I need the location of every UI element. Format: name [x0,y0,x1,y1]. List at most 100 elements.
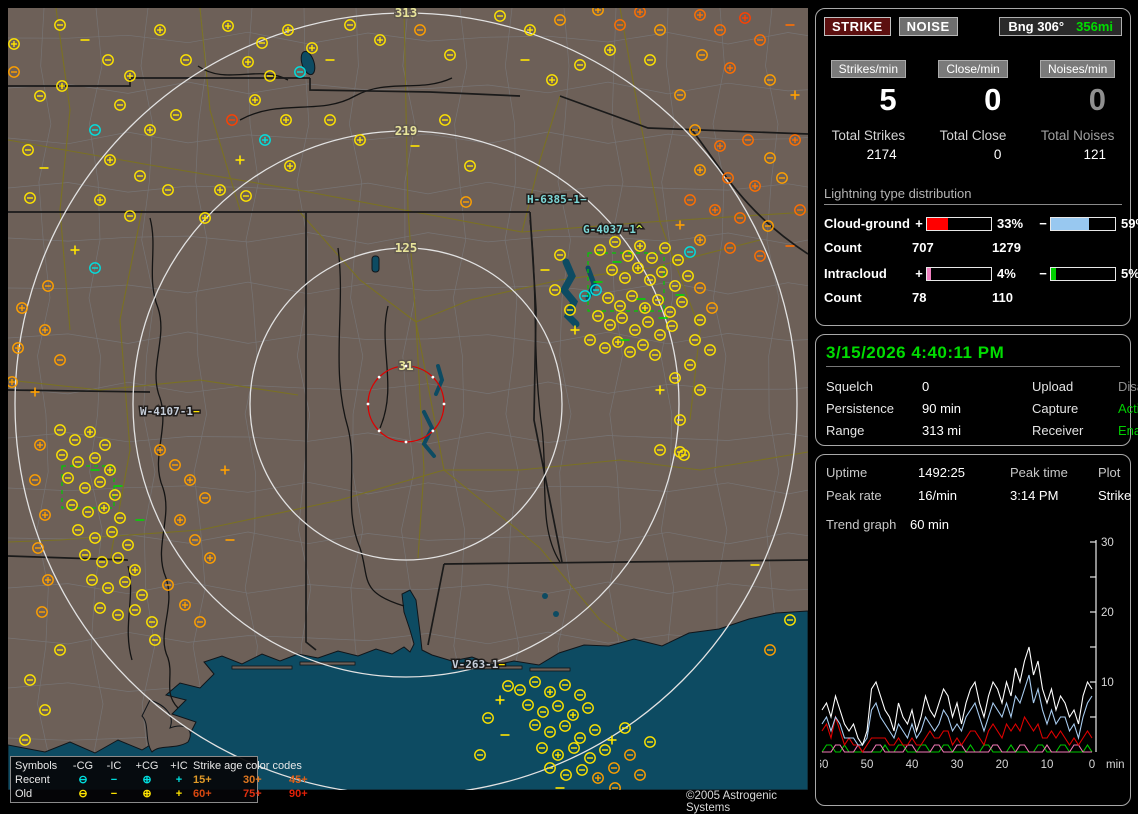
lightning-map-svg[interactable]: 31321912531 H-6385-1−G-4037-1^W-4107-1−V… [0,0,812,812]
legend-header: Symbols [15,760,58,772]
total-close-value: 0 [993,147,1002,162]
legend-recent-row: Recent ⊖ − ⊕ + 15+ 30+ 45+ [15,774,308,786]
persistence-label: Persistence [826,401,894,416]
svg-text:G-4037-1^: G-4037-1^ [583,223,643,236]
lightning-map[interactable]: 31321912531 H-6385-1−G-4037-1^W-4107-1−V… [0,0,812,814]
receiver-status: Enabled [1118,423,1138,438]
squelch-value: 0 [922,379,930,394]
strike-legend: Symbols -CG -IC +CG +IC Strike age color… [10,756,308,803]
recent-neg-cg-icon: ⊖ [78,774,88,786]
pos-cg-count: 707 [912,240,934,255]
pos-cg-bar [926,216,992,231]
total-noises-value: 121 [1083,147,1106,162]
bearing-range-value: 356mi [1076,19,1113,34]
svg-text:20: 20 [996,759,1009,771]
bearing-value: Bng 306° [1008,19,1065,34]
svg-text:20: 20 [1101,607,1114,619]
legend-old-row: Old ⊖ − ⊕ + 60+ 75+ 90+ [15,788,308,800]
datetime-display: 3/15/2026 4:40:11 PM [826,343,1120,367]
recent-neg-ic-icon: − [110,774,118,786]
legend-header-row: Symbols -CG -IC +CG +IC Strike age color… [15,760,302,772]
strikes-per-min-value: 5 [879,82,897,117]
peak-rate-value: 16/min [918,488,958,503]
close-per-min-value: 0 [984,82,1002,117]
intracloud-count-row: Count 78 110 [824,290,1130,305]
pos-cg-percent: 33% [997,216,1024,231]
svg-text:50: 50 [861,759,874,771]
persistence-value: 90 min [922,401,962,416]
cloud-ground-count-row: Count 707 1279 [824,240,1130,255]
upload-status: Disabled [1118,379,1138,394]
old-neg-ic-icon: − [110,788,118,800]
pos-ic-percent: 4% [997,266,1016,281]
neg-cg-percent: 59% [1121,216,1138,231]
svg-text:W-4107-1−: W-4107-1− [140,405,200,418]
uptime-value: 1492:25 [918,465,965,480]
neg-cg-bar [1050,216,1116,231]
recent-pos-cg-icon: ⊕ [142,774,152,786]
receiver-label: Receiver [1032,423,1084,438]
uptime-label: Uptime [826,465,868,480]
old-pos-cg-icon: ⊕ [142,788,152,800]
peak-time-label: Peak time [1010,465,1068,480]
svg-text:313: 313 [395,5,418,20]
svg-text:30: 30 [1101,537,1114,549]
trend-graph-label: Trend graph [826,517,897,532]
svg-text:60: 60 [820,759,828,771]
svg-text:10: 10 [1041,759,1054,771]
capture-status: Active [1118,401,1138,416]
close-per-min-chip: Close/min [938,60,1008,78]
upload-label: Upload [1032,379,1074,394]
svg-text:0: 0 [1089,759,1095,771]
cloud-ground-label: Cloud-ground [824,216,910,231]
capture-label: Capture [1032,401,1079,416]
pos-ic-count: 78 [912,290,927,305]
noises-per-min-chip: Noises/min [1039,60,1116,78]
svg-text:H-6385-1−: H-6385-1− [527,193,587,206]
cloud-ground-row: Cloud-ground + 33% − 59% [824,216,1138,231]
svg-text:10: 10 [1101,677,1114,689]
plot-label: Plot [1098,465,1121,480]
distribution-title: Lightning type distribution [824,186,1122,205]
pos-ic-bar [926,266,992,281]
trend-window-value: 60 min [909,517,949,532]
session-trend-panel: Uptime 1492:25 Peak time Plot Peak rate … [815,454,1131,806]
neg-ic-percent: 5% [1121,266,1138,281]
noise-button[interactable]: NOISE [898,17,958,36]
svg-text:min: min [1106,759,1125,771]
total-noises-label: Total Noises [1040,128,1115,143]
svg-text:V-263-1−: V-263-1− [452,658,505,671]
strikes-per-min-chip: Strikes/min [830,60,906,78]
intracloud-label: Intracloud [824,266,887,281]
old-neg-cg-icon: ⊖ [78,788,88,800]
squelch-label: Squelch [826,379,873,394]
recent-pos-ic-icon: + [175,774,183,786]
neg-ic-count: 110 [992,290,1013,305]
total-strikes-label: Total Strikes [831,128,906,143]
range-value: 313 mi [922,423,962,438]
receiver-status-panel: 3/15/2026 4:40:11 PM Squelch 0 Upload Di… [815,334,1138,446]
noises-per-min-column: Noises/min 0 Total Noises 121 [1025,60,1130,162]
total-close-label: Total Close [939,128,1007,143]
strike-stats-panel: STRIKE NOISE Bng 306° 356mi Strikes/min 5… [815,8,1138,326]
total-strikes-value: 2174 [866,147,897,162]
svg-text:125: 125 [395,240,418,255]
old-pos-ic-icon: + [175,788,183,800]
peak-rate-label: Peak rate [826,488,882,503]
svg-text:30: 30 [951,759,964,771]
strikes-per-min-column: Strikes/min 5 Total Strikes 2174 [816,60,921,162]
trend-graph: 10 20 30 60 50 40 30 20 10 0 min [820,537,1125,771]
svg-text:219: 219 [395,123,418,138]
plot-value: Strike [1098,488,1132,503]
neg-ic-bar [1050,266,1116,281]
svg-text:40: 40 [906,759,919,771]
neg-cg-count: 1279 [992,240,1021,255]
close-per-min-column: Close/min 0 Total Close 0 [921,60,1026,162]
strike-button[interactable]: STRIKE [824,17,891,36]
range-label: Range [826,423,865,438]
copyright-text: ©2005 Astrogenic Systems [686,790,777,814]
intracloud-row: Intracloud + 4% − 5% [824,266,1138,281]
peak-time-value: 3:14 PM [1010,488,1059,503]
bearing-readout: Bng 306° 356mi [999,17,1122,36]
noises-per-min-value: 0 [1088,82,1106,117]
